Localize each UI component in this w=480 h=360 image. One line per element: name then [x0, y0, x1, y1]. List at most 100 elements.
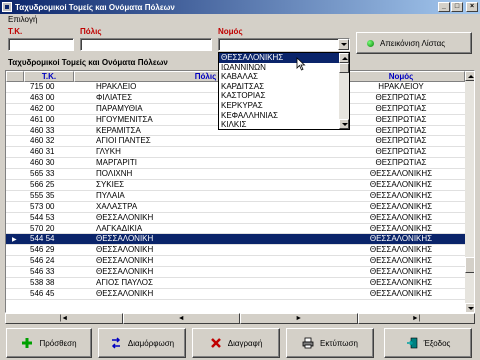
table-row[interactable]: 546 45 ΘΕΣΣΑΛΟΝΙΚΗ ΘΕΣΣΑΛΟΝΙΚΗΣ — [6, 289, 465, 300]
nomos-dropdown-list[interactable]: ΘΕΣΣΑΛΟΝΙΚΗΣ ΙΩΑΝΝΙΝΩΝ ΚΑΒΑΛΑΣ ΚΑΡΔΙΤΣΑΣ ΚΑΣ… — [218, 52, 350, 130]
scroll-thumb[interactable] — [465, 257, 474, 273]
cell-city: ΣΥΚΙΕΣ — [96, 180, 125, 190]
dropdown-option[interactable]: ΚΑΡΔΙΤΣΑΣ — [219, 82, 339, 92]
row-indicator — [6, 191, 24, 201]
add-label: Πρόσθεση — [39, 338, 77, 348]
row-indicator — [6, 202, 24, 212]
print-button[interactable]: Εκτύπωση — [286, 328, 374, 358]
tk-label: Τ.Κ. — [8, 27, 23, 36]
dropdown-scroll-up-icon[interactable] — [339, 53, 349, 63]
cell-tk: 546 33 — [30, 267, 55, 277]
cell-tk: 460 30 — [30, 158, 55, 168]
dropdown-option[interactable]: ΚΕΦΑΛΛΗΝΙΑΣ — [219, 111, 339, 121]
cell-tk: 566 25 — [30, 180, 55, 190]
plus-icon — [22, 338, 33, 348]
window-title: Ταχυδρομικοί Τομείς και Ονόματα Πόλεων — [15, 2, 175, 12]
table-row[interactable]: 573 00 ΧΑΛΑΣΤΡΑ ΘΕΣΣΑΛΟΝΙΚΗΣ — [6, 202, 465, 213]
nomos-label: Νομός — [218, 27, 243, 36]
column-header-nomos[interactable]: Νομός — [337, 71, 465, 82]
edit-label: Διαμόρφωση — [127, 338, 175, 348]
dropdown-scrollbar[interactable] — [339, 53, 349, 129]
table-row[interactable]: 570 20 ΛΑΓΚΑΔΙΚΙΑ ΘΕΣΣΑΛΟΝΙΚΗΣ — [6, 224, 465, 235]
dropdown-option[interactable]: ΚΑΒΑΛΑΣ — [219, 72, 339, 82]
cell-tk: 460 33 — [30, 125, 55, 135]
cell-nomos: ΘΕΣΠΡΩΤΙΑΣ — [375, 136, 427, 146]
dropdown-option[interactable]: ΚΑΣΤΟΡΙΑΣ — [219, 91, 339, 101]
cell-city: ΠΥΛΑΙΑ — [96, 190, 125, 200]
cell-city: ΑΓΙΟΙ ΠΑΝΤΕΣ — [96, 136, 151, 146]
print-label: Εκτύπωση — [320, 338, 358, 348]
cell-tk: 715 00 — [30, 82, 55, 91]
dropdown-option[interactable]: ΘΕΣΣΑΛΟΝΙΚΗΣ — [219, 53, 339, 63]
cell-nomos: ΘΕΣΣΑΛΟΝΙΚΗΣ — [369, 267, 433, 277]
row-indicator — [6, 289, 24, 299]
add-button[interactable]: Πρόσθεση — [6, 328, 92, 358]
grid-scrollbar[interactable] — [465, 71, 474, 312]
delete-button[interactable]: Διαγραφή — [192, 328, 280, 358]
first-record-button[interactable]: |◄ — [5, 313, 123, 324]
row-indicator — [6, 245, 24, 255]
table-row[interactable]: 544 54 ΘΕΣΣΑΛΟΝΙΚΗ ΘΕΣΣΑΛΟΝΙΚΗΣ — [6, 234, 465, 246]
edit-button[interactable]: Διαμόρφωση — [98, 328, 186, 358]
cell-city: ΧΑΛΑΣΤΡΑ — [96, 201, 138, 211]
exit-button[interactable]: Έξοδος — [384, 328, 472, 358]
cell-nomos: ΘΕΣΠΡΩΤΙΑΣ — [375, 114, 427, 124]
last-record-button[interactable]: ►| — [357, 313, 475, 324]
cell-nomos: ΘΕΣΣΑΛΟΝΙΚΗΣ — [369, 234, 433, 244]
cell-tk: 460 31 — [30, 147, 55, 157]
cell-nomos: ΘΕΣΣΑΛΟΝΙΚΗΣ — [369, 201, 433, 211]
dropdown-scroll-down-icon[interactable] — [339, 119, 349, 129]
row-indicator — [6, 126, 24, 136]
table-row[interactable]: 546 33 ΘΕΣΣΑΛΟΝΙΚΗ ΘΕΣΣΑΛΟΝΙΚΗΣ — [6, 267, 465, 279]
cell-tk: 461 00 — [30, 114, 55, 124]
table-row[interactable]: 460 30 ΜΑΡΓΑΡΙΤΙ ΘΕΣΠΡΩΤΙΑΣ — [6, 158, 465, 170]
show-list-button[interactable]: Απεικόνιση Λίστας — [356, 32, 472, 54]
row-indicator — [6, 158, 24, 168]
grid-title: Ταχυδρομικοί Τομείς και Ονόματα Πόλεων — [8, 58, 168, 67]
cell-city: ΘΕΣΣΑΛΟΝΙΚΗ — [96, 267, 154, 277]
dropdown-option[interactable]: ΚΙΛΚΙΣ — [219, 120, 339, 129]
row-indicator — [6, 82, 24, 92]
table-row[interactable]: 565 33 ΠΟΛΙΧΝΗ ΘΕΣΣΑΛΟΝΙΚΗΣ — [6, 169, 465, 181]
dropdown-scroll-thumb[interactable] — [339, 63, 349, 73]
next-record-button[interactable]: ► — [240, 313, 358, 324]
cell-tk: 538 38 — [30, 278, 55, 288]
table-row[interactable]: 460 32 ΑΓΙΟΙ ΠΑΝΤΕΣ ΘΕΣΠΡΩΤΙΑΣ — [6, 136, 465, 148]
row-indicator — [6, 278, 24, 288]
tk-input[interactable] — [8, 38, 74, 51]
table-row[interactable]: 546 29 ΘΕΣΣΑΛΟΝΙΚΗ ΘΕΣΣΑΛΟΝΙΚΗΣ — [6, 245, 465, 257]
cell-nomos: ΘΕΣΣΑΛΟΝΙΚΗΣ — [369, 169, 433, 179]
cell-tk: 463 00 — [30, 92, 55, 102]
close-button[interactable]: × — [466, 2, 478, 12]
cell-tk: 573 00 — [30, 201, 55, 211]
cell-tk: 546 29 — [30, 245, 55, 255]
app-icon — [2, 2, 12, 12]
exit-door-icon — [406, 337, 417, 349]
table-row[interactable]: 555 35 ΠΥΛΑΙΑ ΘΕΣΣΑΛΟΝΙΚΗΣ — [6, 191, 465, 202]
table-row[interactable]: 566 25 ΣΥΚΙΕΣ ΘΕΣΣΑΛΟΝΙΚΗΣ — [6, 180, 465, 191]
row-indicator — [6, 169, 24, 179]
dropdown-option[interactable]: ΚΕΡΚΥΡΑΣ — [219, 101, 339, 111]
delete-label: Διαγραφή — [227, 338, 263, 348]
nomos-combo[interactable] — [218, 38, 350, 51]
scroll-down-icon[interactable] — [465, 303, 474, 312]
table-row[interactable]: 544 53 ΘΕΣΣΑΛΟΝΙΚΗ ΘΕΣΣΑΛΟΝΙΚΗΣ — [6, 213, 465, 224]
table-row[interactable]: 546 24 ΘΕΣΣΑΛΟΝΙΚΗ ΘΕΣΣΑΛΟΝΙΚΗΣ — [6, 256, 465, 268]
cell-city: ΘΕΣΣΑΛΟΝΙΚΗ — [96, 288, 154, 298]
printer-icon — [302, 337, 314, 349]
table-row[interactable]: 538 38 ΑΓΙΟΣ ΠΑΥΛΟΣ ΘΕΣΣΑΛΟΝΙΚΗΣ — [6, 278, 465, 289]
column-header-tk[interactable]: Τ.Κ. — [24, 71, 74, 82]
maximize-button[interactable]: □ — [451, 2, 463, 12]
cell-nomos: ΘΕΣΠΡΩΤΙΑΣ — [375, 147, 427, 157]
city-input[interactable] — [80, 38, 212, 51]
exit-label: Έξοδος — [423, 338, 451, 348]
green-light-icon — [367, 39, 374, 47]
dropdown-option[interactable]: ΙΩΑΝΝΙΝΩΝ — [219, 63, 339, 73]
prev-record-button[interactable]: ◄ — [122, 313, 240, 324]
chevron-down-icon[interactable] — [338, 39, 349, 50]
minimize-button[interactable]: _ — [438, 2, 450, 12]
cell-city: ΓΛΥΚΗ — [96, 147, 121, 157]
scroll-up-icon[interactable] — [465, 71, 474, 81]
cell-nomos: ΘΕΣΣΑΛΟΝΙΚΗΣ — [369, 256, 433, 266]
table-row[interactable]: 460 31 ΓΛΥΚΗ ΘΕΣΠΡΩΤΙΑΣ — [6, 147, 465, 159]
